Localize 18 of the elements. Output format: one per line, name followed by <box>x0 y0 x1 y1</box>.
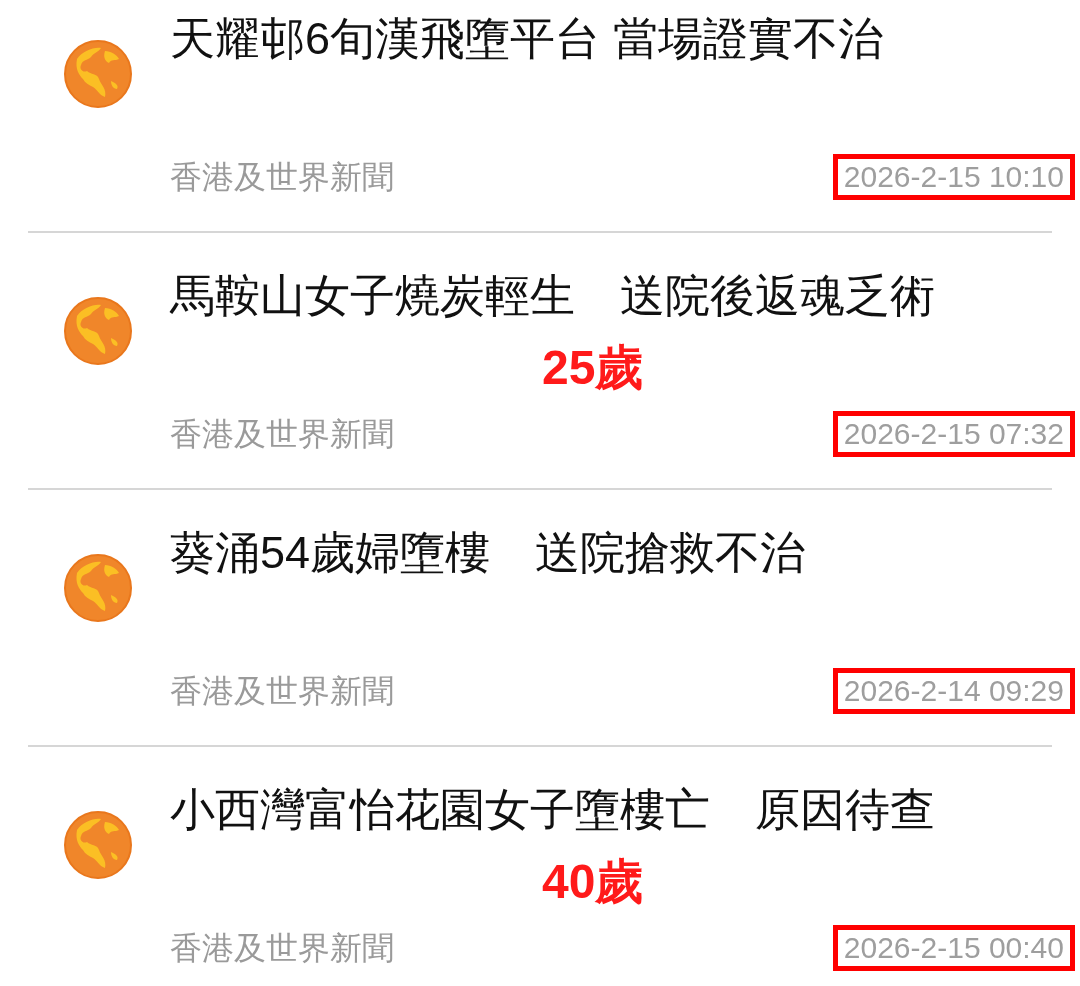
news-source: 香港及世界新聞 <box>170 929 394 968</box>
age-annotation: 25歲 <box>542 343 644 392</box>
globe-icon <box>63 39 133 109</box>
headline[interactable]: 馬鞍山女子燒炭輕生 送院後返魂乏術 <box>170 271 935 321</box>
publish-time: 2026-2-15 10:10 <box>832 154 1075 200</box>
globe-icon <box>63 296 133 366</box>
news-source: 香港及世界新聞 <box>170 672 394 711</box>
globe-icon <box>63 553 133 623</box>
news-source: 香港及世界新聞 <box>170 415 394 454</box>
publish-time: 2026-2-14 09:29 <box>832 668 1075 714</box>
news-source: 香港及世界新聞 <box>170 158 394 197</box>
headline[interactable]: 小西灣富怡花園女子墮樓亡 原因待查 <box>170 785 935 835</box>
headline[interactable]: 天耀邨6旬漢飛墮平台 當場證實不治 <box>170 14 883 64</box>
globe-icon <box>63 810 133 880</box>
publish-time: 2026-2-15 07:32 <box>832 411 1075 457</box>
headline[interactable]: 葵涌54歲婦墮樓 送院搶救不治 <box>170 528 806 578</box>
age-annotation: 40歲 <box>542 857 644 906</box>
publish-time: 2026-2-15 00:40 <box>832 925 1075 971</box>
